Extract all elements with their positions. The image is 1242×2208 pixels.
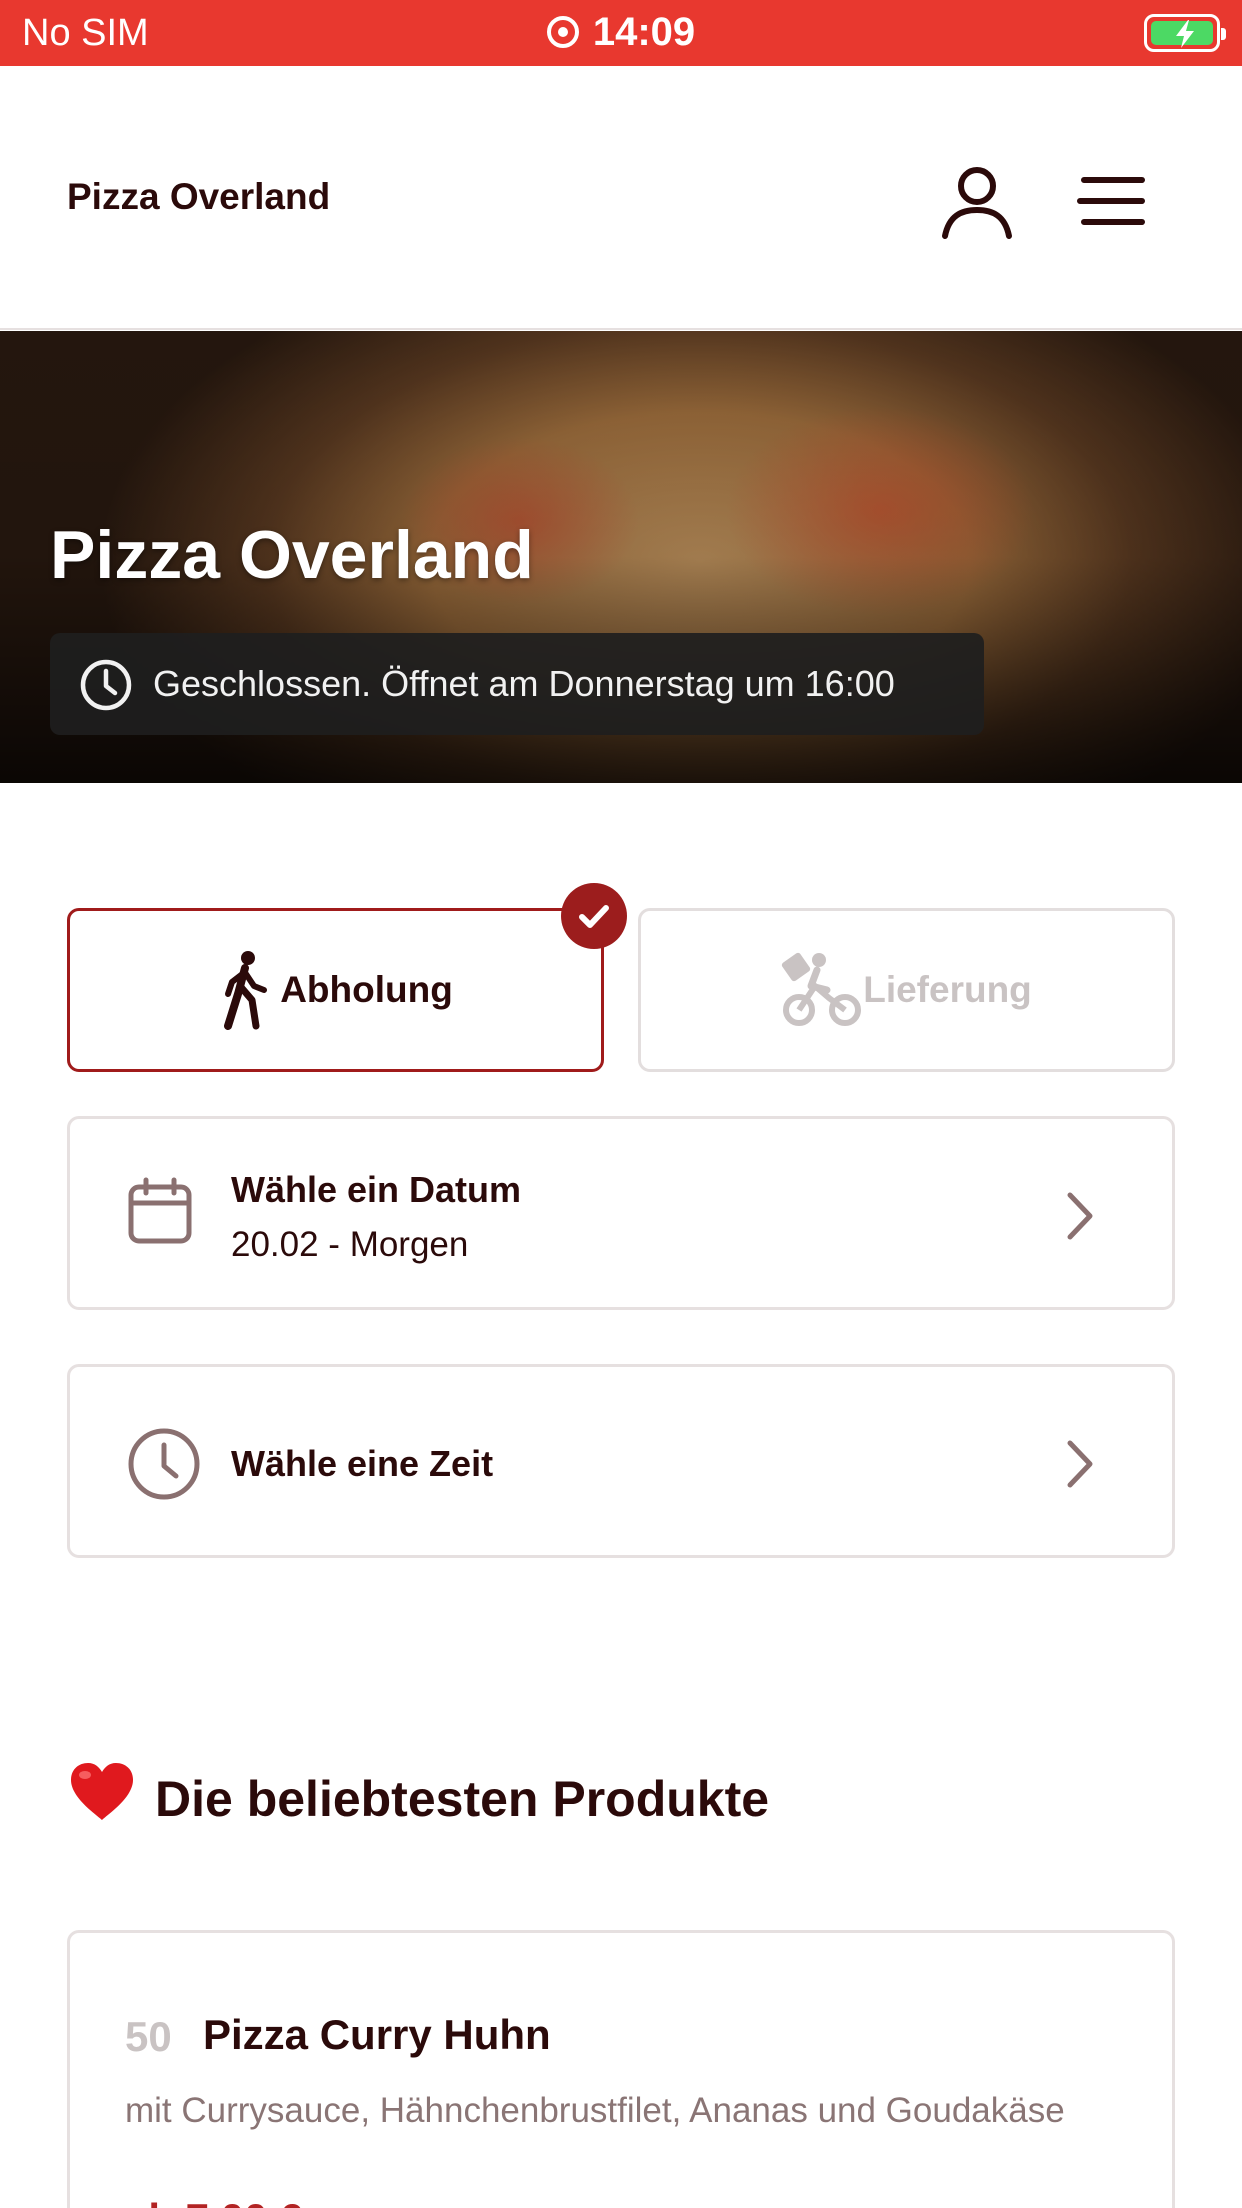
date-selector-title: Wähle ein Datum <box>231 1169 522 1210</box>
hero-banner: Pizza Overland Geschlossen. Öffnet am Do… <box>0 331 1242 783</box>
clock-icon <box>128 1428 200 1500</box>
status-bar: No SIM 14:09 <box>0 0 1242 66</box>
product-number: 50 <box>125 2013 172 2060</box>
pickup-option[interactable]: Abholung <box>67 908 604 1072</box>
product-description: mit Currysauce, Hähnchenbrustfilet, Anan… <box>125 2091 1065 2130</box>
checkmark-icon <box>579 905 609 928</box>
delivery-option[interactable]: Lieferung <box>638 908 1175 1072</box>
app-header: Pizza Overland <box>0 66 1242 330</box>
walking-person-icon <box>224 951 268 1030</box>
status-time: 14:09 <box>0 10 1242 55</box>
hamburger-menu-icon <box>1077 177 1145 225</box>
clock-icon <box>80 659 132 711</box>
date-selector-value: 20.02 - Morgen <box>231 1225 469 1264</box>
screen-recording-icon <box>546 16 579 48</box>
calendar-icon <box>128 1177 192 1244</box>
clock-label: 14:09 <box>592 10 696 54</box>
heart-icon <box>71 1763 133 1820</box>
date-selector[interactable]: Wähle ein Datum 20.02 - Morgen <box>67 1116 1175 1310</box>
time-selector-title: Wähle eine Zeit <box>231 1443 494 1484</box>
delivery-label: Lieferung <box>863 969 1032 1010</box>
time-selector[interactable]: Wähle eine Zeit <box>67 1364 1175 1558</box>
selected-check-badge <box>561 883 627 949</box>
opening-hours-badge: Geschlossen. Öffnet am Donnerstag um 16:… <box>50 633 984 735</box>
opening-hours-text: Geschlossen. Öffnet am Donnerstag um 16:… <box>153 663 895 704</box>
user-account-button[interactable] <box>935 158 1019 242</box>
brand-name[interactable]: Pizza Overland <box>67 176 330 218</box>
pickup-label: Abholung <box>280 969 453 1010</box>
chevron-right-icon <box>1067 1440 1093 1488</box>
restaurant-title: Pizza Overland <box>50 517 534 593</box>
popular-products-title: Die beliebtesten Produkte <box>155 1771 770 1827</box>
delivery-bike-icon <box>782 952 862 1026</box>
user-icon <box>942 167 1012 239</box>
battery-icon <box>1144 14 1226 52</box>
product-name: Pizza Curry Huhn <box>203 2011 551 2058</box>
chevron-right-icon <box>1067 1192 1093 1240</box>
product-price: ab 7,00 € <box>125 2195 302 2208</box>
menu-button[interactable] <box>1070 166 1150 236</box>
product-card[interactable]: 50 Pizza Curry Huhn mit Currysauce, Hähn… <box>67 1930 1175 2208</box>
popular-products-heading: Die beliebtesten Produkte <box>67 1760 769 1828</box>
